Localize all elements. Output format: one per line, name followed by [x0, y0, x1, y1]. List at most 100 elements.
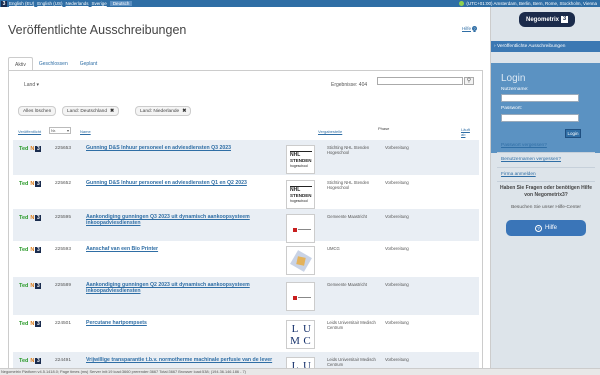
n3-label: 3: [35, 247, 42, 253]
filter-chip-niederlande[interactable]: Land: Niederlande ✖: [135, 106, 192, 116]
table-row[interactable]: Ted N 3 225589 Aankondiging gunningen Q2 202…: [13, 277, 479, 315]
buyer-name: Gemeente Maastricht: [327, 214, 368, 219]
divider: [497, 181, 595, 182]
ted-label: Ted: [19, 181, 29, 187]
thumb-text: L: [291, 323, 299, 335]
lang-sverige[interactable]: Sverige: [92, 1, 107, 6]
ted-n3-logo: Ted N 3: [19, 181, 42, 187]
results-count: Ergebnisse: 404: [331, 82, 368, 88]
table-row[interactable]: Ted N 3 224491 Vrijwillige transparantie t.b…: [13, 352, 479, 368]
brand-text: Nego: [525, 16, 541, 23]
buyer-logo: LUMC: [286, 320, 315, 349]
negometrix-logo[interactable]: Nego metrix 3: [519, 12, 575, 27]
table-row[interactable]: Ted N 3 225593 Aanschaf van een Bio Printer U…: [13, 241, 479, 277]
tab-geplant[interactable]: Geplant: [74, 57, 104, 71]
deadline-header-line2: ab: [461, 132, 466, 137]
ted-label: Ted: [19, 215, 29, 221]
n3-label: 3: [35, 358, 42, 364]
chevron-down-icon: ▾: [66, 128, 69, 133]
sidebar: Nego metrix 3 › Veröffentlichte Ausschrei…: [490, 7, 600, 368]
tender-number: 225653: [55, 146, 72, 151]
help-icon: ?: [534, 224, 542, 232]
lang-deutsch[interactable]: Deutsch: [109, 1, 133, 6]
sidebar-item-label: Veröffentlichte Ausschreibungen: [496, 44, 566, 49]
phase-label: Vorbereitung: [385, 357, 409, 362]
thumb-text: M: [290, 335, 300, 347]
ted-n3-logo: Ted N 3: [19, 358, 42, 364]
tender-number: 224501: [55, 321, 72, 326]
tender-title-link[interactable]: Aanschaf van een Bio Printer: [86, 246, 284, 252]
sidebar-item-published-tenders[interactable]: › Veröffentlichte Ausschreibungen: [491, 41, 600, 52]
tender-number: 224491: [55, 358, 72, 363]
n3-label: 3: [35, 181, 42, 187]
n-label: N: [30, 321, 35, 327]
column-header-name[interactable]: Name: [80, 129, 91, 134]
tender-title-link[interactable]: Percutane hartpompsets: [86, 320, 284, 326]
tab-bar: Aktiv Geschlossen Geplant: [8, 57, 103, 71]
tender-number: 225589: [55, 283, 72, 288]
help-link[interactable]: Hilfe ?: [462, 26, 478, 31]
chevron-down-icon: ▾: [36, 82, 40, 88]
table-row[interactable]: Ted N 3 225653 Gunning D&S Inhuur personeel …: [13, 140, 479, 175]
register-company-link[interactable]: Firma anmelden: [501, 172, 536, 177]
ted-n3-logo: Ted N 3: [19, 247, 42, 253]
table-row[interactable]: Ted N 3 225652 Gunning D&S Inhuur personeel …: [13, 175, 479, 209]
clear-filters-button[interactable]: Alles löschen: [18, 106, 57, 116]
buyer-name: Leids Universitair Medisch Centrum: [327, 320, 376, 331]
search-button[interactable]: ⚲: [464, 77, 474, 85]
column-header-buyer[interactable]: Vergabestelle: [318, 129, 342, 134]
thumb-text: U: [303, 360, 311, 368]
thumb-text: hogeschool: [290, 164, 308, 168]
thumb-text: hogeschool: [290, 199, 308, 203]
tender-title-link[interactable]: Aankondiging gunningen Q2 2023 uit dynam…: [86, 282, 284, 294]
ted-n3-logo: Ted N 3: [19, 146, 42, 152]
tender-title-link[interactable]: Gunning D&S Inhuur personeel en adviesdi…: [86, 180, 284, 186]
login-title: Login: [501, 73, 526, 84]
tab-geschlossen[interactable]: Geschlossen: [33, 57, 74, 71]
column-header-deadline[interactable]: Läuft ab: [461, 127, 470, 137]
land-dropdown[interactable]: Land ▾: [24, 82, 39, 88]
help-button[interactable]: ? Hilfe: [506, 220, 586, 236]
tender-title-link[interactable]: Aankondiging gunningen Q3 2023 uit dynam…: [86, 214, 284, 226]
chevron-right-icon: ›: [494, 44, 496, 49]
table-row[interactable]: Ted N 3 225595 Aankondiging gunningen Q3 202…: [13, 209, 479, 243]
tender-title-link[interactable]: Gunning D&S Inhuur personeel en adviesdi…: [86, 145, 284, 151]
column-header-source[interactable]: Veröffentlicht: [18, 129, 41, 134]
timezone-selector[interactable]: (UTC+01:00) Amsterdam, Berlin, Bern, Rom…: [459, 1, 597, 6]
lang-english-us[interactable]: English (US): [37, 1, 62, 6]
remove-icon[interactable]: ✖: [182, 108, 186, 114]
phase-label: Vorbereitung: [385, 180, 409, 185]
forgot-password-link[interactable]: Passwort vergessen?: [501, 143, 547, 148]
buyer-logo: [286, 246, 315, 275]
tender-title-link[interactable]: Vrijwillige transparantie t.b.v. normoth…: [86, 357, 284, 363]
remove-icon[interactable]: ✖: [110, 108, 114, 114]
table-row[interactable]: Ted N 3 224501 Percutane hartpompsets L U M C Lei…: [13, 315, 479, 352]
search-input[interactable]: [377, 77, 463, 85]
brand-3: 3: [561, 16, 568, 23]
n3-label: 3: [35, 215, 42, 221]
filter-chip-deutschland[interactable]: Land: Deutschland ✖: [62, 106, 120, 116]
negometrix-small-logo: 3: [1, 0, 7, 7]
tab-aktiv[interactable]: Aktiv: [8, 57, 33, 71]
thumb-text: C: [303, 335, 311, 347]
password-input[interactable]: [501, 114, 579, 122]
forgot-username-link[interactable]: Benutzernamen vergessen?: [501, 157, 561, 162]
page-title: Veröffentlichte Ausschreibungen: [8, 23, 187, 37]
ted-label: Ted: [19, 358, 29, 364]
username-label: Nutzername:: [501, 87, 529, 92]
lang-nederlands[interactable]: Nederlands: [66, 1, 89, 6]
top-bar: 3 English (EU) English (US) Nederlands S…: [0, 0, 600, 7]
filter-chip-label: Land: Deutschland: [67, 108, 108, 114]
number-select[interactable]: Nr. ▾: [49, 127, 71, 134]
ted-label: Ted: [19, 247, 29, 253]
divider: [497, 152, 595, 153]
lang-english-eu[interactable]: English (EU): [9, 1, 34, 6]
filter-chip-label: Land: Niederlande: [140, 108, 180, 114]
buyer-logo: LUMC: [286, 357, 315, 368]
n-label: N: [30, 283, 35, 289]
username-input[interactable]: [501, 94, 579, 102]
help-question: Haben Sie Fragen oder benötigen Hilfe vo…: [500, 185, 592, 198]
ted-n3-logo: Ted N 3: [19, 321, 42, 327]
n-label: N: [30, 181, 35, 187]
login-button[interactable]: Login: [565, 129, 581, 138]
